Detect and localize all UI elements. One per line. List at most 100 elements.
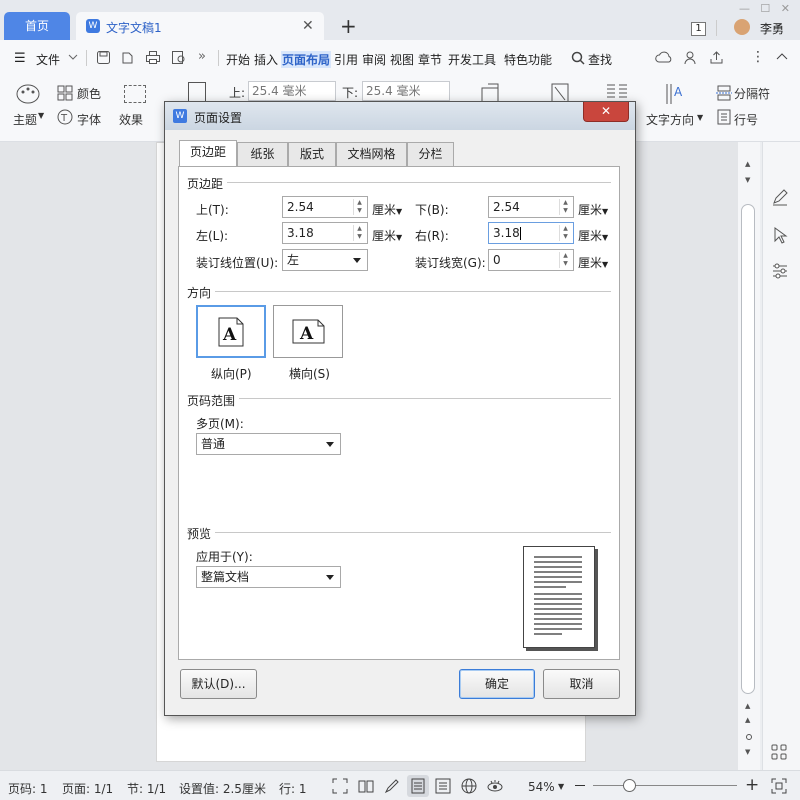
fit-window-icon[interactable] [771,778,787,794]
apps-grid-icon[interactable] [771,744,787,760]
portrait-option[interactable]: A [196,305,266,358]
spinner-arrows-icon[interactable]: ▲ ▼ [559,225,571,241]
menu-start[interactable]: 开始 [226,51,250,68]
save-icon[interactable] [96,50,111,65]
prev-page-icon[interactable]: ▲ [745,716,750,724]
ribbon-line-number[interactable]: 行号 [734,111,758,128]
print-preview-icon[interactable] [171,50,187,65]
ribbon-color[interactable]: 颜色 [77,85,101,102]
vertical-scrollbar[interactable]: ▲ ▼ ▲ ▲ ▼ [738,142,760,770]
dialog-close-button[interactable]: ✕ [583,102,629,122]
gutter-position-select[interactable]: 左 [282,249,368,271]
page-view-button[interactable] [407,775,429,797]
search-icon[interactable] [571,51,585,65]
spinner-arrows-icon[interactable]: ▲ ▼ [559,199,571,215]
ribbon-separator[interactable]: 分隔符 [734,85,770,102]
default-button[interactable]: 默认(D)... [180,669,257,699]
ribbon-top-margin-input[interactable]: 25.4 毫米 [248,81,336,101]
web-view-icon[interactable] [461,778,477,794]
dialog-title-bar[interactable]: W 页面设置 ✕ [165,102,635,130]
avatar[interactable] [734,19,750,35]
text-direction-icon[interactable]: A [664,82,686,106]
tab-columns[interactable]: 分栏 [407,142,454,166]
next-page-icon[interactable]: ▼ [745,748,750,756]
menu-chapter[interactable]: 章节 [418,51,442,68]
bottom-margin-unit[interactable]: 厘米▼ [578,201,608,218]
tab-paper[interactable]: 纸张 [237,142,288,166]
ribbon-font[interactable]: 字体 [77,111,101,128]
eye-protection-icon[interactable] [486,778,504,794]
tab-document-grid[interactable]: 文档网格 [336,142,407,166]
menu-view[interactable]: 视图 [390,51,414,68]
menu-file[interactable]: 文件 [36,51,60,68]
share-icon[interactable] [709,50,724,65]
outline-view-icon[interactable] [435,778,451,794]
right-margin-unit[interactable]: 厘米▼ [578,227,608,244]
gutter-width-input[interactable]: 0 ▲ ▼ [488,249,574,271]
scroll-up-icon[interactable]: ▲ [745,160,750,168]
tab-home[interactable]: 首页 [4,12,70,40]
chevron-down-icon[interactable]: ▼ [558,782,564,791]
right-margin-input[interactable]: 3.18 ▲ ▼ [488,222,574,244]
tab-margins[interactable]: 页边距 [179,140,237,167]
fullscreen-icon[interactable] [332,778,348,794]
user-name[interactable]: 李勇 [760,20,784,37]
window-count-badge[interactable]: 1 [691,22,706,36]
collapse-ribbon-icon[interactable] [776,52,788,60]
scroll-up-icon[interactable]: ▲ [745,702,750,710]
spinner-arrows-icon[interactable]: ▲ ▼ [353,199,365,215]
scroll-down-icon[interactable]: ▼ [745,176,750,184]
close-tab-icon[interactable]: ✕ [302,18,314,34]
left-margin-input[interactable]: 3.18 ▲ ▼ [282,222,368,244]
bottom-margin-input[interactable]: 2.54 ▲ ▼ [488,196,574,218]
top-margin-input[interactable]: 2.54 ▲ ▼ [282,196,368,218]
font-icon[interactable]: T [57,109,73,125]
menu-insert[interactable]: 插入 [254,51,278,68]
theme-icon[interactable] [16,82,42,106]
menu-developer[interactable]: 开发工具 [448,51,496,68]
tab-layout[interactable]: 版式 [288,142,336,166]
spinner-arrows-icon[interactable]: ▲ ▼ [353,225,365,241]
cancel-button[interactable]: 取消 [543,669,620,699]
apply-to-select[interactable]: 整篇文档 [196,566,341,588]
chevron-down-icon[interactable] [68,53,78,61]
pointer-icon[interactable] [771,226,789,244]
zoom-level[interactable]: 54% [528,780,555,794]
select-browse-icon[interactable] [746,734,752,740]
cloud-sync-icon[interactable] [655,50,673,65]
ribbon-bottom-margin-input[interactable]: 25.4 毫米 [362,81,450,101]
ribbon-text-direction[interactable]: 文字方向 [646,111,694,128]
collaborate-icon[interactable] [684,50,699,65]
gutter-width-unit[interactable]: 厘米▼ [578,254,608,271]
color-icon[interactable] [57,85,73,101]
window-controls[interactable]: — ☐ ✕ [739,2,790,15]
effect-icon[interactable] [124,85,146,103]
left-margin-unit[interactable]: 厘米▼ [372,227,402,244]
write-mode-icon[interactable] [384,778,400,794]
export-icon[interactable] [120,50,135,65]
menu-page-layout[interactable]: 页面布局 [281,51,332,68]
reading-mode-icon[interactable] [358,778,374,794]
menu-references[interactable]: 引用 [334,51,358,68]
more-icon[interactable]: » [198,49,206,64]
menu-search[interactable]: 查找 [588,51,612,68]
multiple-pages-select[interactable]: 普通 [196,433,341,455]
ribbon-effect[interactable]: 效果 [119,111,143,128]
zoom-out-icon[interactable] [575,785,585,786]
pen-icon[interactable] [771,188,789,206]
line-number-icon[interactable] [716,109,732,125]
zoom-in-icon[interactable]: + [745,775,759,795]
scrollbar-thumb[interactable] [741,204,755,694]
top-margin-unit[interactable]: 厘米▼ [372,201,402,218]
more-options-icon[interactable]: ⋮ [751,49,765,65]
separator-icon[interactable] [716,85,732,101]
menu-special[interactable]: 特色功能 [504,51,552,68]
zoom-slider[interactable] [593,785,737,786]
new-tab-button[interactable]: + [340,14,357,38]
spinner-arrows-icon[interactable]: ▲ ▼ [559,252,571,268]
tab-document[interactable]: W 文字文稿1 ✕ [76,12,324,40]
ribbon-theme[interactable]: 主题 [13,111,37,128]
ok-button[interactable]: 确定 [459,669,535,699]
hamburger-icon[interactable]: ☰ [14,51,26,66]
menu-review[interactable]: 审阅 [362,51,386,68]
